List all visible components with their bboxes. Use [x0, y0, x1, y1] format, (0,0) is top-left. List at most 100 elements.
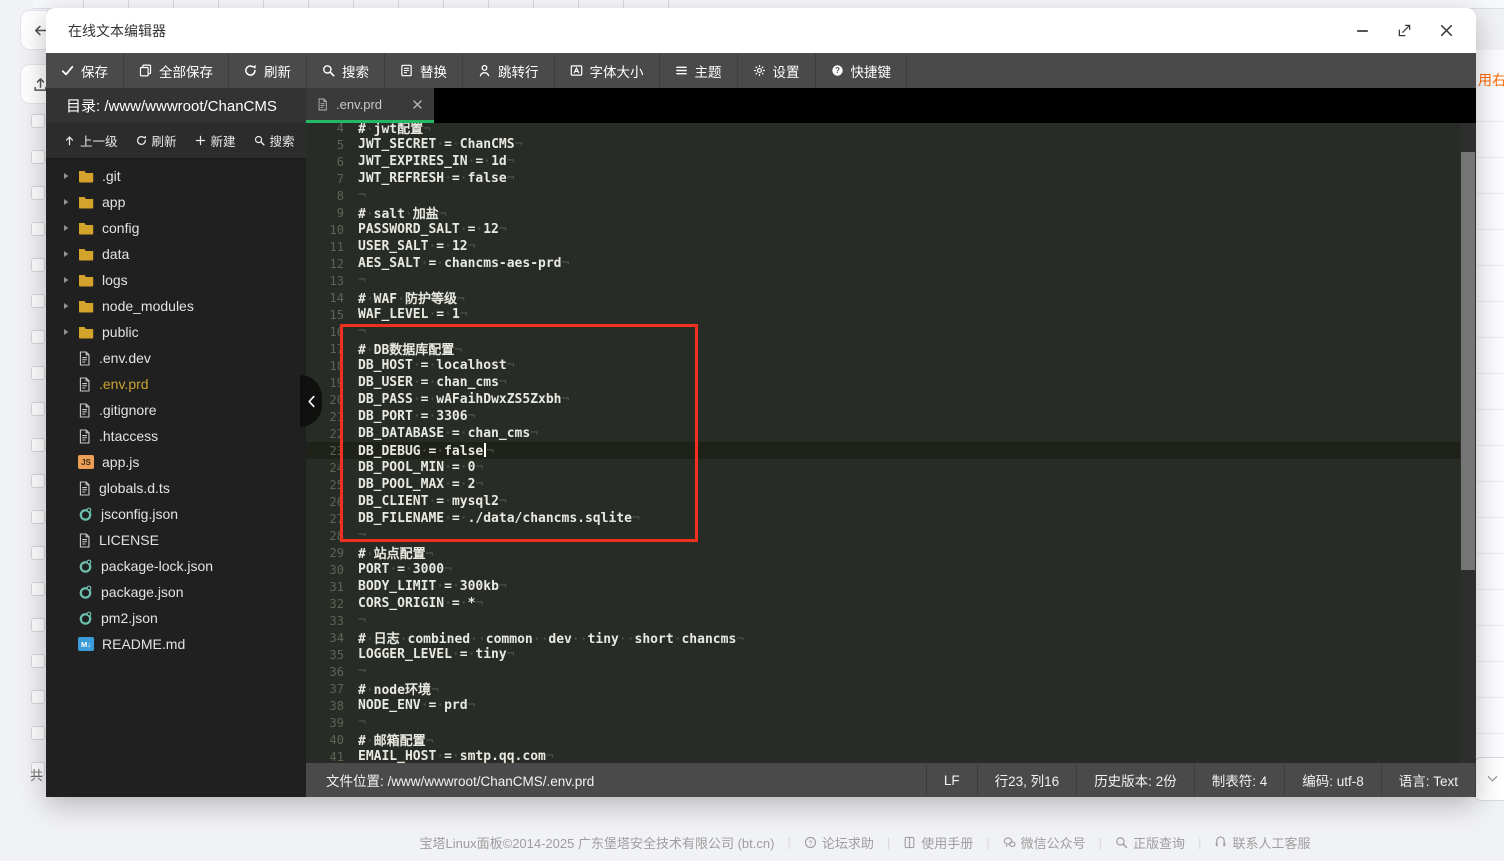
forum-help-link[interactable]: ?论坛求助: [804, 833, 874, 852]
code-line-7[interactable]: 7JWT_REFRESH·=·false¬: [306, 170, 1460, 187]
code-line-22[interactable]: 22DB_DATABASE·=·chan_cms¬: [306, 425, 1460, 442]
code-line-6[interactable]: 6JWT_EXPIRES_IN·=·1d¬: [306, 153, 1460, 170]
code-line-28[interactable]: 28¬: [306, 527, 1460, 544]
tab-size[interactable]: 制表符: 4: [1194, 763, 1285, 797]
manual-link[interactable]: 使用手册: [903, 833, 973, 852]
row-checkbox[interactable]: [31, 546, 45, 560]
code-line-12[interactable]: 12AES_SALT·=·chancms-aes-prd¬: [306, 255, 1460, 272]
row-checkbox[interactable]: [31, 474, 45, 488]
cursor-position[interactable]: 行23, 列16: [977, 763, 1077, 797]
code-line-11[interactable]: 11USER_SALT·=·12¬: [306, 238, 1460, 255]
row-checkbox[interactable]: [31, 114, 45, 128]
code-line-8[interactable]: 8¬: [306, 187, 1460, 204]
close-button[interactable]: [1439, 23, 1454, 38]
wechat-official-link[interactable]: 微信公众号: [1003, 833, 1086, 852]
row-checkbox[interactable]: [31, 618, 45, 632]
row-checkbox[interactable]: [31, 654, 45, 668]
code-line-14[interactable]: 14#·WAF·防护等级¬: [306, 289, 1460, 306]
tree-file-app.js[interactable]: JSapp.js: [46, 449, 306, 475]
parent-dir-button[interactable]: 上一级: [56, 131, 126, 150]
tree-file-package-lock.json[interactable]: package-lock.json: [46, 553, 306, 579]
tree-folder-data[interactable]: data: [46, 241, 306, 267]
code-line-36[interactable]: 36¬: [306, 663, 1460, 680]
code-line-20[interactable]: 20DB_PASS·=·wAFaihDwxZS5Zxbh¬: [306, 391, 1460, 408]
tree-file-.gitignore[interactable]: .gitignore: [46, 397, 306, 423]
line-ending-indicator[interactable]: LF: [926, 763, 977, 797]
row-checkbox[interactable]: [31, 510, 45, 524]
row-checkbox[interactable]: [31, 150, 45, 164]
code-line-33[interactable]: 33¬: [306, 612, 1460, 629]
refresh-tree-button[interactable]: 刷新: [128, 131, 185, 150]
replace-button[interactable]: 替换: [385, 53, 463, 88]
background-dropdown[interactable]: [1472, 757, 1504, 801]
tree-file-jsconfig.json[interactable]: jsconfig.json: [46, 501, 306, 527]
search-tree-button[interactable]: 搜索: [246, 131, 303, 150]
code-line-4[interactable]: 4#·jwt配置¬: [306, 123, 1460, 136]
tree-file-README.md[interactable]: M↓README.md: [46, 631, 306, 657]
code-line-27[interactable]: 27DB_FILENAME·=·./data/chancms.sqlite¬: [306, 510, 1460, 527]
tab-env-prd[interactable]: .env.prd: [306, 88, 434, 120]
code-line-24[interactable]: 24DB_POOL_MIN·=·0¬: [306, 459, 1460, 476]
code-line-30[interactable]: 30PORT·=·3000¬: [306, 561, 1460, 578]
code-line-21[interactable]: 21DB_PORT·=·3306¬: [306, 408, 1460, 425]
goto-line-button[interactable]: 跳转行: [463, 53, 555, 88]
tree-file-package.json[interactable]: package.json: [46, 579, 306, 605]
new-file-button[interactable]: 新建: [187, 131, 244, 150]
tab-close-icon[interactable]: [412, 98, 423, 111]
code-line-31[interactable]: 31BODY_LIMIT·=·300kb¬: [306, 578, 1460, 595]
code-line-15[interactable]: 15WAF_LEVEL·=·1¬: [306, 306, 1460, 323]
row-checkbox[interactable]: [31, 582, 45, 596]
tree-file-.env.prd[interactable]: .env.prd: [46, 371, 306, 397]
code-line-37[interactable]: 37#·node环境¬: [306, 680, 1460, 697]
row-checkbox[interactable]: [31, 222, 45, 236]
tree-file-.htaccess[interactable]: .htaccess: [46, 423, 306, 449]
history-versions[interactable]: 历史版本: 2份: [1076, 763, 1194, 797]
tree-folder-public[interactable]: public: [46, 319, 306, 345]
code-line-13[interactable]: 13¬: [306, 272, 1460, 289]
code-line-5[interactable]: 5JWT_SECRET·=·ChanCMS¬: [306, 136, 1460, 153]
code-line-32[interactable]: 32CORS_ORIGIN·=·*¬: [306, 595, 1460, 612]
minimize-button[interactable]: [1355, 23, 1370, 38]
tree-file-globals.d.ts[interactable]: globals.d.ts: [46, 475, 306, 501]
code-line-34[interactable]: 34#·日志·combined··common··dev··tiny··shor…: [306, 629, 1460, 646]
tree-folder-app[interactable]: app: [46, 189, 306, 215]
row-checkbox[interactable]: [31, 186, 45, 200]
code-line-35[interactable]: 35LOGGER_LEVEL·=·tiny¬: [306, 646, 1460, 663]
row-checkbox[interactable]: [31, 690, 45, 704]
code-line-16[interactable]: 16¬: [306, 323, 1460, 340]
code-line-19[interactable]: 19DB_USER·=·chan_cms¬: [306, 374, 1460, 391]
search-button[interactable]: 搜索: [307, 53, 385, 88]
row-checkbox[interactable]: [31, 438, 45, 452]
tree-file-pm2.json[interactable]: pm2.json: [46, 605, 306, 631]
license-check-link[interactable]: 正版查询: [1115, 833, 1185, 852]
shortcuts-button[interactable]: ?快捷键: [816, 53, 908, 88]
code-line-41[interactable]: 41EMAIL_HOST·=·smtp.qq.com¬: [306, 748, 1460, 763]
tree-file-LICENSE[interactable]: LICENSE: [46, 527, 306, 553]
tree-folder-.git[interactable]: .git: [46, 163, 306, 189]
tree-folder-logs[interactable]: logs: [46, 267, 306, 293]
support-link[interactable]: 联系人工客服: [1214, 833, 1310, 852]
row-checkbox[interactable]: [31, 726, 45, 740]
tree-file-.env.dev[interactable]: .env.dev: [46, 345, 306, 371]
row-checkbox[interactable]: [31, 258, 45, 272]
language-mode[interactable]: 语言: Text: [1381, 763, 1476, 797]
scrollbar-thumb[interactable]: [1461, 152, 1475, 570]
row-checkbox[interactable]: [31, 366, 45, 380]
code-line-23[interactable]: 23DB_DEBUG·=·false¬: [306, 442, 1460, 459]
settings-button[interactable]: 设置: [738, 53, 816, 88]
code-line-29[interactable]: 29#·站点配置¬: [306, 544, 1460, 561]
maximize-button[interactable]: [1397, 23, 1412, 38]
editor-scrollbar[interactable]: [1460, 123, 1476, 763]
row-checkbox[interactable]: [31, 294, 45, 308]
code-line-38[interactable]: 38NODE_ENV·=·prd¬: [306, 697, 1460, 714]
code-line-25[interactable]: 25DB_POOL_MAX·=·2¬: [306, 476, 1460, 493]
refresh-button[interactable]: 刷新: [229, 53, 307, 88]
encoding[interactable]: 编码: utf-8: [1284, 763, 1381, 797]
code-line-17[interactable]: 17#·DB数据库配置¬: [306, 340, 1460, 357]
save-button[interactable]: 保存: [46, 53, 124, 88]
code-line-9[interactable]: 9#·salt·加盐¬: [306, 204, 1460, 221]
code-line-40[interactable]: 40#·邮箱配置¬: [306, 731, 1460, 748]
code-line-10[interactable]: 10PASSWORD_SALT·=·12¬: [306, 221, 1460, 238]
save-all-button[interactable]: 全部保存: [124, 53, 229, 88]
theme-button[interactable]: 主题: [660, 53, 738, 88]
